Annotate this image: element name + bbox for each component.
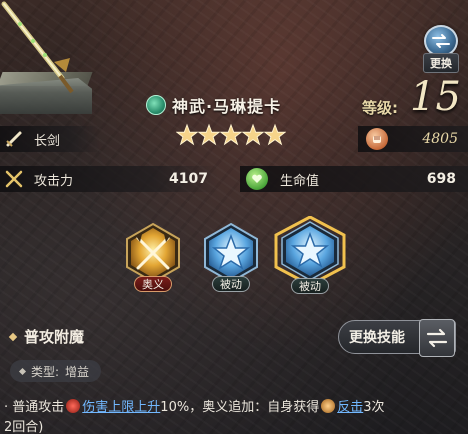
desc-part3: 3次 bbox=[363, 400, 385, 415]
keyword-damage-cap[interactable]: 伤害上限上升 bbox=[82, 400, 160, 415]
skill-title: 普攻附魔 bbox=[24, 328, 85, 346]
skill-slot-ultimate[interactable]: 奥义 bbox=[120, 222, 186, 294]
sword-icon bbox=[1, 1, 74, 94]
swap-arrows-icon bbox=[419, 319, 455, 357]
skill-slot-passive-1[interactable]: 被动 bbox=[198, 222, 264, 294]
skill-tag: 被动 bbox=[291, 278, 329, 294]
change-skill-button[interactable]: 更换技能 bbox=[338, 319, 456, 357]
attack-value: 4107 bbox=[169, 171, 208, 187]
ultimate-skill-icon bbox=[126, 222, 180, 284]
skill-title-row: 普攻附魔 bbox=[8, 326, 85, 347]
damage-buff-icon bbox=[66, 399, 81, 413]
star-rating bbox=[176, 123, 286, 147]
skill-type-label: 类型: bbox=[31, 364, 60, 379]
attack-stat-bar: 攻击力 4107 bbox=[0, 166, 218, 192]
small-diamond-icon bbox=[18, 367, 27, 375]
fist-icon bbox=[366, 128, 388, 150]
star-skill-icon bbox=[274, 216, 346, 286]
star-icon bbox=[198, 123, 220, 146]
star-icon bbox=[264, 123, 286, 146]
character-name: 神武·马琳提卡 bbox=[172, 97, 282, 116]
level-value: 15 bbox=[410, 74, 461, 120]
sword-type-icon bbox=[6, 131, 22, 147]
character-name-row: 神武·马琳提卡 bbox=[146, 93, 281, 117]
star-skill-icon bbox=[204, 222, 258, 284]
combat-power-value: 4805 bbox=[422, 131, 458, 147]
hp-value: 698 bbox=[426, 171, 456, 187]
desc-line2: 2回合) bbox=[4, 420, 44, 434]
desc-part1: 普通攻击 bbox=[12, 400, 65, 415]
star-icon bbox=[176, 123, 198, 146]
skill-type-pill: 类型: 增益 bbox=[10, 360, 102, 382]
skill-tag: 被动 bbox=[212, 276, 250, 292]
counter-buff-icon bbox=[321, 399, 336, 413]
change-skill-label: 更换技能 bbox=[349, 330, 405, 346]
keyword-counter[interactable]: 反击 bbox=[337, 400, 363, 415]
diamond-bullet-icon bbox=[8, 332, 18, 341]
weapon-type-label: 长剑 bbox=[34, 133, 61, 149]
hp-label: 生命值 bbox=[280, 173, 320, 189]
combat-power-bar: 4805 bbox=[358, 126, 468, 152]
attack-label: 攻击力 bbox=[34, 173, 74, 189]
weapon-artwork bbox=[0, 0, 95, 118]
level-label: 等级: bbox=[362, 99, 398, 117]
swap-label: 更换 bbox=[423, 53, 459, 73]
crossed-swords-icon bbox=[5, 170, 23, 188]
star-icon bbox=[242, 123, 264, 146]
desc-part2: 10%，奥义追加：自身获得 bbox=[160, 400, 320, 415]
heart-icon bbox=[246, 168, 268, 190]
skill-type-value: 增益 bbox=[65, 364, 90, 379]
skill-description: · 普通攻击 伤害上限上升10%，奥义追加：自身获得 反击3次 2回合) bbox=[4, 398, 466, 434]
swap-character-button[interactable]: 更换 bbox=[416, 25, 466, 73]
skill-tag: 奥义 bbox=[134, 276, 172, 292]
skill-slot-passive-2-selected[interactable]: 被动 bbox=[274, 216, 346, 296]
hp-stat-bar: 生命值 698 bbox=[240, 166, 468, 192]
star-icon bbox=[220, 123, 242, 146]
faction-emblem-icon bbox=[146, 95, 166, 115]
weapon-type-bar: 长剑 bbox=[0, 126, 100, 152]
